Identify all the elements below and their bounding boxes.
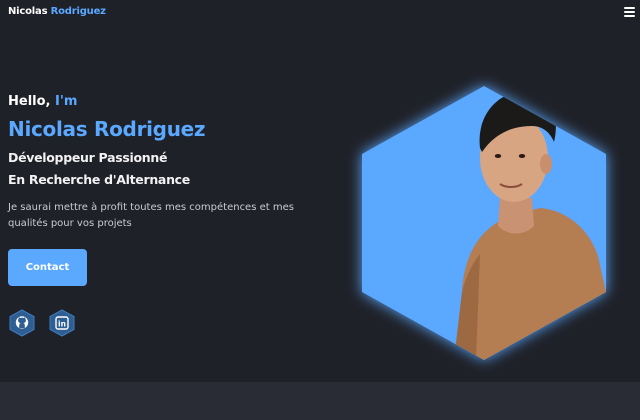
linkedin-icon: in	[49, 309, 75, 337]
hero-role-line-1: Développeur Passionné	[8, 150, 168, 165]
github-link[interactable]	[8, 309, 36, 337]
hamburger-menu-icon[interactable]	[624, 7, 635, 17]
brand-logo[interactable]: Nicolas Rodriguez	[8, 6, 106, 17]
profile-portrait	[362, 86, 606, 360]
hello-prefix: Hello,	[8, 94, 51, 109]
contact-button[interactable]: Contact	[8, 249, 87, 286]
github-icon	[9, 309, 35, 337]
hero-role-line-2: En Recherche d'Alternance	[8, 172, 190, 187]
linkedin-link[interactable]: in	[48, 309, 76, 337]
menu-bar	[624, 11, 635, 13]
next-section-band	[0, 382, 640, 420]
hero-name: Nicolas Rodriguez	[8, 117, 206, 141]
profile-hexagon	[362, 86, 606, 360]
portfolio-page: Nicolas Rodriguez Hello, I'm Nicolas Rod…	[0, 0, 640, 420]
hello-accent: I'm	[55, 94, 78, 109]
top-nav: Nicolas Rodriguez	[0, 0, 640, 26]
hello-heading: Hello, I'm	[8, 94, 77, 109]
linkedin-glyph: in	[58, 319, 66, 328]
menu-bar	[624, 15, 635, 17]
brand-last-name: Rodriguez	[50, 6, 106, 17]
hero-description: Je saurai mettre à profit toutes mes com…	[8, 202, 294, 229]
menu-bar	[624, 7, 635, 9]
brand-first-name: Nicolas	[8, 6, 48, 17]
